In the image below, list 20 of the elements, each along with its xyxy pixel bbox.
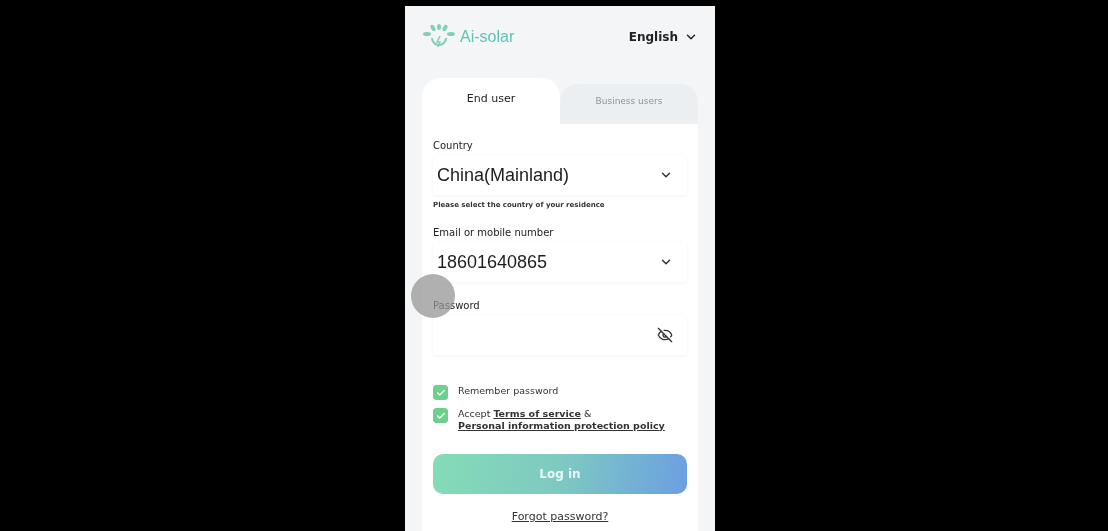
password-field[interactable] (433, 315, 687, 355)
checkbox[interactable] (433, 408, 448, 423)
field-label: Email or mobile number (433, 227, 555, 238)
sun-leaf-logo-icon (422, 24, 456, 50)
language-selector[interactable]: English (628, 30, 698, 44)
field-label: Country (433, 140, 474, 151)
check-icon (435, 387, 446, 398)
check-icon (435, 410, 446, 421)
option-text: & (582, 408, 592, 419)
checkbox[interactable] (433, 385, 448, 400)
eye-off-icon[interactable] (657, 327, 673, 343)
logo-text: Ai-solar (460, 28, 515, 46)
option-text: Remember password (458, 385, 559, 396)
policy-link[interactable]: Terms of service (493, 408, 581, 419)
policy-link[interactable]: Personal information protection policy (458, 420, 665, 431)
select-field[interactable]: 18601640865 (433, 242, 687, 282)
select-field[interactable]: China(Mainland) (433, 155, 687, 195)
option-text: Accept (458, 408, 492, 419)
user-type-tab[interactable]: End user (422, 78, 560, 124)
forgot-password-link[interactable]: Forgot password? (511, 510, 609, 523)
